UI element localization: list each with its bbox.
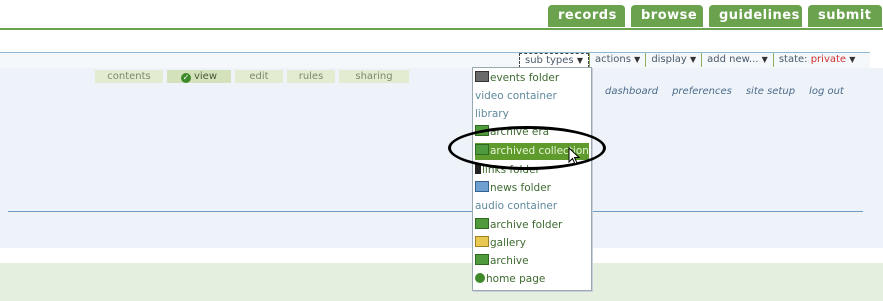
menu-item-archive-folder[interactable]: archive folder — [475, 217, 589, 234]
top-nav-divider — [0, 28, 883, 30]
sub-types-label: sub types — [525, 55, 574, 66]
display-menu[interactable]: display ▼ — [645, 53, 701, 67]
menu-item-label: audio container — [475, 200, 558, 212]
links-icon — [475, 164, 481, 174]
top-nav: records browse guidelines submit — [548, 5, 882, 27]
chevron-down-icon: ▼ — [576, 56, 583, 65]
mouse-cursor-icon — [568, 147, 581, 165]
folder-icon — [475, 254, 489, 265]
folder-icon — [475, 218, 489, 229]
display-label: display — [651, 54, 687, 65]
menu-item-label: home page — [486, 273, 546, 285]
tab-view[interactable]: ✓ view — [167, 70, 231, 83]
menu-item-label: gallery — [490, 237, 526, 249]
tab-records[interactable]: records — [548, 5, 625, 27]
menu-item-label: events folder — [490, 72, 560, 84]
menu-item-label: library — [475, 108, 509, 120]
menu-item-label: archive folder — [490, 219, 563, 231]
check-icon: ✓ — [180, 73, 191, 83]
actions-label: actions — [594, 54, 631, 65]
news-icon — [475, 181, 489, 192]
link-log-out[interactable]: log out — [809, 86, 844, 97]
sub-types-menu[interactable]: sub types ▼ — [519, 53, 589, 68]
folder-icon — [475, 125, 489, 136]
gallery-icon — [475, 236, 489, 247]
menu-item-label: links folder — [482, 164, 540, 176]
link-preferences[interactable]: preferences — [672, 86, 732, 97]
tab-guidelines[interactable]: guidelines — [709, 5, 802, 27]
menu-item-library[interactable]: library — [475, 106, 589, 123]
tab-browse[interactable]: browse — [631, 5, 703, 27]
add-new-menu[interactable]: add new... ▼ — [701, 53, 773, 67]
state-menu[interactable]: state: private ▼ — [772, 53, 861, 67]
menu-item-archive-era[interactable]: archive era — [475, 124, 589, 141]
content-divider — [8, 211, 863, 212]
add-new-label: add new... — [707, 54, 759, 65]
menu-item-label: archive — [490, 255, 529, 267]
home-icon — [475, 273, 485, 283]
menu-item-gallery[interactable]: gallery — [475, 235, 589, 252]
action-bar-items: sub types ▼ actions ▼ display ▼ add new.… — [519, 53, 860, 68]
tab-submit[interactable]: submit — [808, 5, 882, 27]
chevron-down-icon: ▼ — [634, 55, 641, 64]
state-label: state: — [778, 54, 808, 65]
menu-item-events-folder[interactable]: events folder — [475, 70, 589, 87]
tab-edit[interactable]: edit — [235, 70, 283, 83]
tab-rules[interactable]: rules — [287, 70, 335, 83]
actions-menu[interactable]: actions ▼ — [588, 53, 645, 67]
menu-item-label: archive era — [490, 126, 550, 138]
personal-links: dashboard preferences site setup log out — [605, 86, 844, 97]
tab-contents[interactable]: contents — [95, 70, 163, 83]
menu-item-home-page[interactable]: home page — [475, 271, 589, 288]
menu-item-audio-container[interactable]: audio container — [475, 198, 589, 215]
menu-item-video-container[interactable]: video container — [475, 88, 589, 105]
content-tabs: contents ✓ view edit rules sharing — [95, 70, 409, 83]
chevron-down-icon: ▼ — [690, 55, 697, 64]
footer-band — [0, 263, 883, 301]
link-site-setup[interactable]: site setup — [746, 86, 795, 97]
menu-item-label: video container — [475, 90, 557, 102]
sub-types-dropdown: events folder video container library ar… — [472, 67, 592, 291]
link-dashboard[interactable]: dashboard — [605, 86, 658, 97]
tab-view-label: view — [193, 71, 218, 82]
menu-item-label: news folder — [490, 182, 551, 194]
folder-icon — [475, 144, 489, 155]
chevron-down-icon: ▼ — [761, 55, 768, 64]
chevron-down-icon: ▼ — [849, 55, 856, 64]
state-value: private — [810, 54, 847, 65]
menu-item-news-folder[interactable]: news folder — [475, 180, 589, 197]
events-folder-icon — [475, 71, 489, 82]
menu-item-archive[interactable]: archive — [475, 253, 589, 270]
tab-sharing[interactable]: sharing — [339, 70, 409, 83]
